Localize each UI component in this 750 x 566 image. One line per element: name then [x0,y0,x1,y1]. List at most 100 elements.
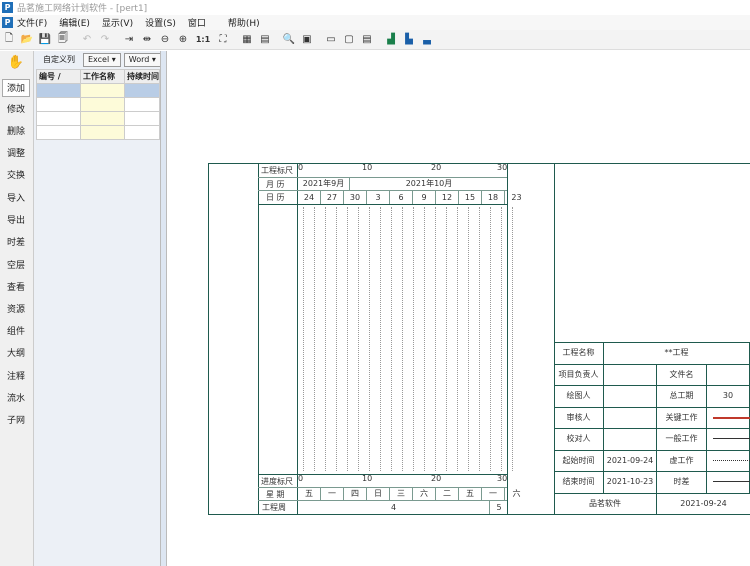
weekday-cell: 六 [512,489,521,498]
nav-delete[interactable]: 删除 [2,123,30,141]
save-icon[interactable]: 💾 [38,33,52,47]
nav-component[interactable]: 组件 [2,323,30,341]
time-gridline [325,207,326,471]
grid-view-icon[interactable]: ▦ [240,33,254,47]
time-gridline [479,207,480,471]
word-button[interactable]: Word ▾ [123,53,161,67]
time-gridline [413,207,414,471]
frame-divider-3 [507,163,508,515]
print-preview-icon[interactable]: 🔍 [282,33,296,47]
toolbar: 🗋 📂 💾 🗐 ↶ ↷ ⇥ ⇹ ⊖ ⊕ 1:1 ⛶ ▦ ▤ 🔍 ▣ ▭ ▢ ▤ … [0,30,750,50]
month-cell: 2021年10月 [405,179,453,188]
nav-outline[interactable]: 大纲 [2,345,30,363]
full-screen-icon[interactable]: ⛶ [216,33,230,47]
day-cell: 30 [344,190,367,204]
info-value: **工程 [604,342,750,364]
menu-view[interactable]: 显示(V) [102,16,133,29]
nav-view[interactable]: 查看 [2,279,30,297]
time-gridline [446,207,447,471]
scale-label: 工程标尺 [261,166,293,175]
menu-window[interactable]: 窗口 [188,16,206,29]
title-bar: P 品茗施工网络计划软件 - [pert1] [0,0,750,15]
weekday-cell: 二 [436,487,459,500]
info-label: 关键工作 [657,406,707,428]
time-gridline [380,207,381,471]
print-icon[interactable]: ▣ [300,33,314,47]
info-value: 30 [707,385,750,407]
column-header-name[interactable]: 工作名称 [80,69,125,84]
nav-empty-layer[interactable]: 空层 [2,257,30,275]
new-icon[interactable]: 🗋 [2,33,16,47]
menu-help[interactable]: 帮助(H) [228,16,260,29]
calculator-icon[interactable]: ▤ [258,33,272,47]
month-cell: 2021年9月 [298,177,350,190]
chart-b-icon[interactable]: ▙ [402,33,416,47]
time-gridline [435,207,436,471]
progress-tick: 0 [298,474,304,483]
nav-import[interactable]: 导入 [2,190,30,208]
normal-work-legend [713,438,750,439]
frame-bottom [208,514,750,515]
nav-annotation[interactable]: 注释 [2,368,30,386]
nav-swap[interactable]: 交换 [2,167,30,185]
day-cell: 6 [390,190,413,204]
table-row [36,111,160,126]
menu-settings[interactable]: 设置(S) [145,16,176,29]
redo-icon[interactable]: ↷ [98,33,112,47]
actual-size-icon[interactable]: 1:1 [194,33,212,47]
day-cell: 12 [436,190,459,204]
nav-modify[interactable]: 修改 [2,101,30,119]
view-mode-b-icon[interactable]: ▢ [342,33,356,47]
nav-float[interactable]: 时差 [2,234,30,252]
chart-a-icon[interactable]: ▟ [384,33,398,47]
custom-columns-button[interactable]: 自定义列 [38,53,80,67]
menu-edit[interactable]: 编辑(E) [59,16,90,29]
view-mode-a-icon[interactable]: ▭ [324,33,338,47]
nav-subnet[interactable]: 子网 [2,412,30,430]
info-label: 项目负责人 [554,363,604,385]
time-gridline [314,207,315,471]
progress-tick: 30 [497,474,508,483]
zoom-out-icon[interactable]: ⊖ [158,33,172,47]
save-as-icon[interactable]: 🗐 [56,33,70,47]
scale-tick: 0 [298,163,304,172]
month-label: 月 历 [266,180,285,189]
hand-tool-icon[interactable]: ✋ [2,54,30,72]
nav-flow[interactable]: 流水 [2,390,30,408]
nav-add[interactable]: 添加 [2,79,30,97]
chart-c-icon[interactable]: ▃ [420,33,434,47]
frame-divider-1 [258,163,259,515]
nav-export[interactable]: 导出 [2,212,30,230]
info-value [604,363,657,385]
frame-divider-2 [297,163,298,515]
table-row [36,125,160,140]
dummy-work-legend [713,459,750,461]
day-cell: 24 [298,190,321,204]
nav-resource[interactable]: 资源 [2,301,30,319]
menu-file[interactable]: 文件(F) [17,16,47,29]
scale-tick: 30 [497,163,508,172]
open-icon[interactable]: 📂 [20,33,34,47]
fit-height-icon[interactable]: ⇹ [140,33,154,47]
task-grid-panel: 自定义列 Excel ▾ Word ▾ 编号 / 工作名称 持续时间 [34,51,161,566]
frame-top [208,163,750,164]
time-gridline [369,207,370,471]
scale-tick: 20 [431,163,442,172]
day-cell: 3 [367,190,390,204]
menu-bar: P 文件(F) 编辑(E) 显示(V) 设置(S) 窗口 帮助(H) [0,15,750,30]
panel-splitter[interactable] [160,51,167,566]
column-header-id[interactable]: 编号 / [36,69,81,84]
weekday-cell: 一 [482,487,505,500]
column-header-duration[interactable]: 持续时间 [124,69,160,84]
fit-width-icon[interactable]: ⇥ [122,33,136,47]
frame-left [208,163,209,515]
undo-icon[interactable]: ↶ [80,33,94,47]
zoom-in-icon[interactable]: ⊕ [176,33,190,47]
weekday-cell: 日 [367,487,390,500]
time-gridline [457,207,458,471]
window-title: 品茗施工网络计划软件 - [pert1] [17,4,148,14]
progress-label: 进度标尺 [261,477,293,486]
page-setup-icon[interactable]: ▤ [360,33,374,47]
excel-button[interactable]: Excel ▾ [83,53,121,67]
nav-adjust[interactable]: 调整 [2,145,30,163]
